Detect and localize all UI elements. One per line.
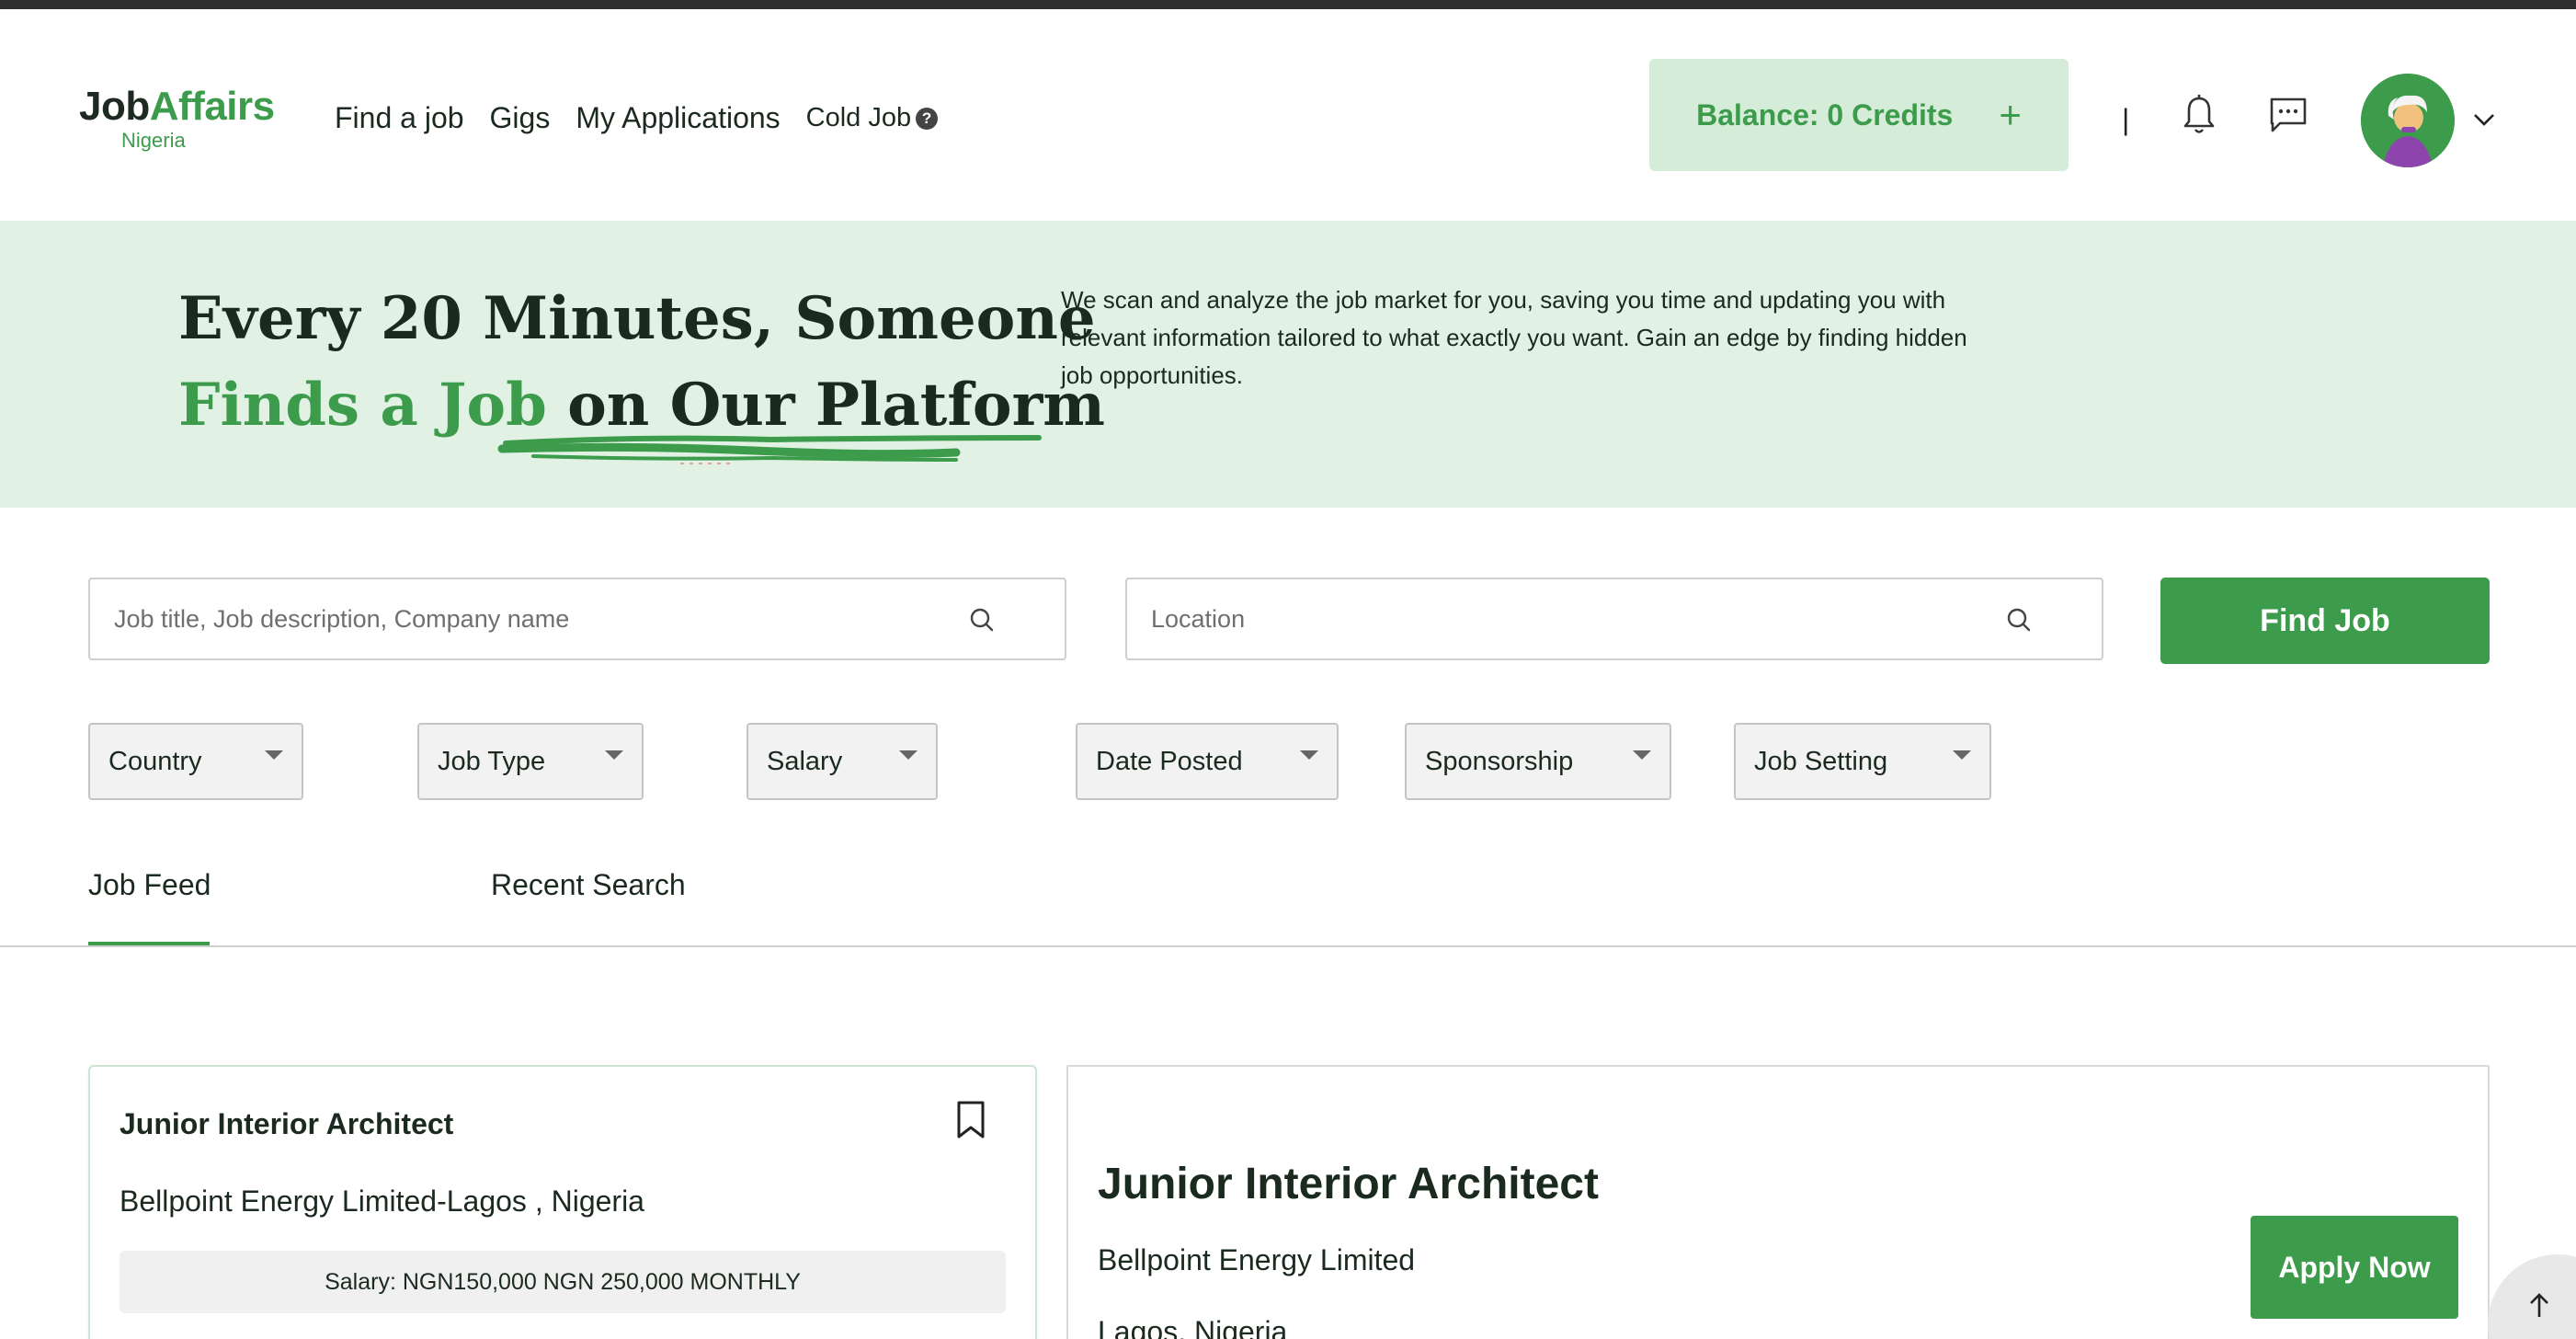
location-search-input[interactable] <box>1151 604 2007 634</box>
avatar[interactable] <box>2361 74 2455 167</box>
job-card-company-location: Bellpoint Energy Limited-Lagos , Nigeria <box>120 1184 644 1218</box>
bookmark-icon[interactable] <box>954 1100 987 1140</box>
balance-label: Balance: 0 Credits <box>1696 97 1954 132</box>
chat-icon[interactable] <box>2267 94 2309 136</box>
job-detail-title: Junior Interior Architect <box>1098 1160 1599 1208</box>
caret-down-icon <box>1300 750 1318 760</box>
logo[interactable]: JobAffairs Nigeria <box>79 86 275 153</box>
hero-title: Every 20 Minutes, Someone Finds a Job on… <box>178 276 1105 449</box>
chevron-down-icon[interactable] <box>2471 109 2497 131</box>
location-search-field[interactable] <box>1125 578 2103 660</box>
help-icon[interactable]: ? <box>916 107 939 130</box>
search-icon[interactable] <box>2004 605 2034 635</box>
filter-label: Job Setting <box>1754 746 1888 776</box>
header-separator: | <box>2122 103 2130 136</box>
tab-job-feed[interactable]: Job Feed <box>88 868 211 902</box>
tab-recent-search[interactable]: Recent Search <box>491 868 686 902</box>
filter-job-setting[interactable]: Job Setting <box>1734 723 1991 800</box>
hero-highlight: Finds a Job <box>178 371 547 440</box>
avatar-illustration <box>2361 74 2455 167</box>
job-search-field[interactable] <box>88 578 1066 660</box>
filter-label: Salary <box>767 746 843 776</box>
job-card[interactable]: Junior Interior Architect Bellpoint Ener… <box>88 1065 1037 1339</box>
arrow-up-icon <box>2530 1293 2548 1317</box>
add-credits-icon: + <box>1999 93 2022 136</box>
logo-country: Nigeria <box>121 129 186 152</box>
salary-badge: Salary: NGN150,000 NGN 250,000 MONTHLY <box>120 1251 1006 1313</box>
tabs-divider <box>0 945 2576 947</box>
apply-now-button[interactable]: Apply Now <box>2251 1216 2458 1319</box>
filter-country[interactable]: Country <box>88 723 303 800</box>
caret-down-icon <box>605 750 623 760</box>
scroll-to-top-button[interactable] <box>2488 1254 2576 1339</box>
logo-affairs: Affairs <box>149 84 275 129</box>
hero-underline-decoration <box>497 435 1042 464</box>
filter-date-posted[interactable]: Date Posted <box>1076 723 1339 800</box>
logo-wordmark: JobAffairs <box>79 86 275 127</box>
filter-label: Job Type <box>438 746 546 776</box>
filter-job-type[interactable]: Job Type <box>417 723 644 800</box>
filter-label: Sponsorship <box>1425 746 1574 776</box>
job-detail-company: Bellpoint Energy Limited <box>1098 1243 1416 1276</box>
window-top-border <box>0 0 2576 9</box>
nav-gigs[interactable]: Gigs <box>490 101 551 135</box>
bell-icon[interactable] <box>2181 94 2217 136</box>
filter-label: Date Posted <box>1096 746 1243 776</box>
nav-cold-job[interactable]: Cold Job ? <box>805 103 939 133</box>
filter-sponsorship[interactable]: Sponsorship <box>1405 723 1671 800</box>
balance-button[interactable]: Balance: 0 Credits + <box>1649 59 2069 171</box>
hero-line-1: Every 20 Minutes, Someone <box>178 284 1096 353</box>
job-card-title[interactable]: Junior Interior Architect <box>120 1107 453 1141</box>
caret-down-icon <box>1953 750 1971 760</box>
filter-salary[interactable]: Salary <box>747 723 938 800</box>
caret-down-icon <box>899 750 918 760</box>
find-job-button[interactable]: Find Job <box>2160 578 2490 664</box>
filter-label: Country <box>108 746 202 776</box>
main-nav: Find a job Gigs My Applications Cold Job… <box>335 101 963 135</box>
nav-find-a-job[interactable]: Find a job <box>335 101 464 135</box>
search-icon[interactable] <box>967 605 997 635</box>
logo-job: Job <box>79 84 150 129</box>
hero-description: We scan and analyze the job market for y… <box>1061 286 1967 389</box>
caret-down-icon <box>265 750 283 760</box>
nav-cold-job-label: Cold Job <box>805 103 912 132</box>
caret-down-icon <box>1633 750 1651 760</box>
hero-banner: Every 20 Minutes, Someone Finds a Job on… <box>0 221 2576 508</box>
job-search-input[interactable] <box>114 604 970 634</box>
site-header: JobAffairs Nigeria Find a job Gigs My Ap… <box>0 9 2576 221</box>
job-detail-location: Lagos, Nigeria <box>1098 1315 1288 1339</box>
hero-line-2: on Our Platform <box>546 371 1105 440</box>
nav-my-applications[interactable]: My Applications <box>576 101 780 135</box>
job-detail-panel: Junior Interior Architect Bellpoint Ener… <box>1066 1065 2490 1339</box>
